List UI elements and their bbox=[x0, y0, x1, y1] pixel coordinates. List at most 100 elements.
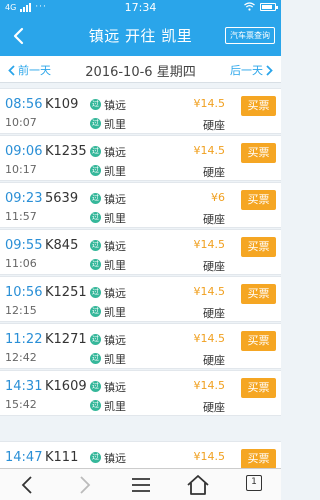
arrival-station: 凯里 bbox=[104, 259, 126, 272]
seat-type: 硬座 bbox=[203, 166, 225, 179]
pass-through-icon: 过 bbox=[90, 259, 101, 270]
arrival-station: 凯里 bbox=[104, 212, 126, 225]
train-row[interactable]: 14:47 K111 过 镇远 ¥14.5 买票 bbox=[0, 441, 281, 468]
departure-time: 08:56 bbox=[5, 97, 43, 112]
ticket-price: ¥14.5 bbox=[193, 332, 226, 345]
battery-icon bbox=[260, 2, 278, 11]
arrival-time: 11:57 bbox=[5, 210, 37, 223]
pass-through-icon: 过 bbox=[90, 212, 101, 223]
ticket-price: ¥14.5 bbox=[193, 97, 226, 110]
seat-type: 硬座 bbox=[203, 307, 225, 320]
train-row[interactable]: 10:56 12:15 K1251 过 镇远 过 凯里 ¥14.5 硬座 买票 bbox=[0, 276, 281, 322]
status-time: 17:34 bbox=[124, 1, 157, 14]
arrival-station: 凯里 bbox=[104, 118, 126, 131]
train-number: K111 bbox=[45, 450, 79, 465]
pass-through-icon: 过 bbox=[90, 240, 101, 251]
departure-station: 镇远 bbox=[104, 193, 126, 206]
pass-through-icon: 过 bbox=[90, 193, 101, 204]
buy-ticket-button[interactable]: 买票 bbox=[241, 190, 276, 210]
departure-time: 14:31 bbox=[5, 379, 43, 394]
departure-station: 镇远 bbox=[104, 381, 126, 394]
buy-ticket-button[interactable]: 买票 bbox=[241, 143, 276, 163]
pass-through-icon: 过 bbox=[90, 353, 101, 364]
train-row[interactable]: 14:31 15:42 K1609 过 镇远 过 凯里 ¥14.5 硬座 买票 bbox=[0, 370, 281, 416]
home-icon bbox=[187, 475, 209, 495]
next-day-button[interactable]: 后一天 bbox=[230, 62, 273, 78]
train-row[interactable]: 08:56 10:07 K109 过 镇远 过 凯里 ¥14.5 硬座 买票 bbox=[0, 88, 281, 134]
tabs-button[interactable]: 1 bbox=[246, 475, 262, 491]
ticket-price: ¥14.5 bbox=[193, 379, 226, 392]
pass-through-icon: 过 bbox=[90, 400, 101, 411]
pass-through-icon: 过 bbox=[90, 334, 101, 345]
ticket-price: ¥14.5 bbox=[193, 238, 226, 251]
chevron-left-icon bbox=[21, 476, 32, 494]
pass-through-icon: 过 bbox=[90, 381, 101, 392]
buy-ticket-button[interactable]: 买票 bbox=[241, 331, 276, 351]
train-number: K109 bbox=[45, 97, 79, 112]
train-number: K845 bbox=[45, 238, 79, 253]
arrival-time: 12:15 bbox=[5, 304, 37, 317]
bus-ticket-button[interactable]: 汽车票查询 bbox=[225, 27, 275, 44]
train-number: 5639 bbox=[45, 191, 79, 206]
departure-station: 镇远 bbox=[104, 99, 126, 112]
seat-type: 硬座 bbox=[203, 401, 225, 414]
arrival-station: 凯里 bbox=[104, 165, 126, 178]
pass-through-icon: 过 bbox=[90, 306, 101, 317]
train-number: K1609 bbox=[45, 379, 87, 394]
ticket-price: ¥14.5 bbox=[193, 450, 226, 463]
nav-forward-button[interactable] bbox=[70, 473, 98, 497]
departure-station: 镇远 bbox=[104, 287, 126, 300]
pass-through-icon: 过 bbox=[90, 118, 101, 129]
status-right bbox=[244, 2, 278, 11]
departure-time: 14:47 bbox=[5, 450, 43, 465]
pass-through-icon: 过 bbox=[90, 287, 101, 298]
arrival-time: 10:17 bbox=[5, 163, 37, 176]
home-button[interactable] bbox=[184, 473, 212, 497]
train-number: K1251 bbox=[45, 285, 87, 300]
departure-station: 镇远 bbox=[104, 452, 126, 465]
seat-type: 硬座 bbox=[203, 213, 225, 226]
bottom-nav: 1 bbox=[0, 468, 281, 500]
train-row[interactable]: 09:23 11:57 5639 过 镇远 过 凯里 ¥6 硬座 买票 bbox=[0, 182, 281, 228]
ticket-price: ¥14.5 bbox=[193, 285, 226, 298]
train-row[interactable]: 09:55 11:06 K845 过 镇远 过 凯里 ¥14.5 硬座 买票 bbox=[0, 229, 281, 275]
seat-type: 硬座 bbox=[203, 354, 225, 367]
arrival-time: 10:07 bbox=[5, 116, 37, 129]
buy-ticket-button[interactable]: 买票 bbox=[241, 284, 276, 304]
arrival-time: 15:42 bbox=[5, 398, 37, 411]
seat-type: 硬座 bbox=[203, 119, 225, 132]
train-row[interactable]: 09:06 10:17 K1235 过 镇远 过 凯里 ¥14.5 硬座 买票 bbox=[0, 135, 281, 181]
nav-back-button[interactable] bbox=[14, 473, 42, 497]
seat-type: 硬座 bbox=[203, 260, 225, 273]
buy-ticket-button[interactable]: 买票 bbox=[241, 237, 276, 257]
train-number: K1235 bbox=[45, 144, 87, 159]
arrival-station: 凯里 bbox=[104, 353, 126, 366]
departure-time: 10:56 bbox=[5, 285, 43, 300]
departure-station: 镇远 bbox=[104, 240, 126, 253]
menu-icon bbox=[132, 478, 150, 492]
pass-through-icon: 过 bbox=[90, 99, 101, 110]
train-row[interactable]: 11:22 12:42 K1271 过 镇远 过 凯里 ¥14.5 硬座 买票 bbox=[0, 323, 281, 369]
buy-ticket-button[interactable]: 买票 bbox=[241, 96, 276, 116]
pass-through-icon: 过 bbox=[90, 146, 101, 157]
departure-station: 镇远 bbox=[104, 146, 126, 159]
departure-time: 09:55 bbox=[5, 238, 43, 253]
arrival-station: 凯里 bbox=[104, 400, 126, 413]
train-number: K1271 bbox=[45, 332, 87, 347]
pass-through-icon: 过 bbox=[90, 165, 101, 176]
menu-button[interactable] bbox=[127, 473, 155, 497]
wifi-icon bbox=[244, 2, 255, 11]
departure-time: 11:22 bbox=[5, 332, 43, 347]
departure-station: 镇远 bbox=[104, 334, 126, 347]
buy-ticket-button[interactable]: 买票 bbox=[241, 378, 276, 398]
arrival-time: 11:06 bbox=[5, 257, 37, 270]
chevron-right-icon bbox=[266, 64, 273, 76]
next-day-label: 后一天 bbox=[230, 64, 263, 77]
ticket-price: ¥6 bbox=[211, 191, 225, 204]
buy-ticket-button[interactable]: 买票 bbox=[241, 449, 276, 468]
arrival-time: 12:42 bbox=[5, 351, 37, 364]
status-bar: 4G ··· 17:34 bbox=[0, 0, 281, 16]
arrival-station: 凯里 bbox=[104, 306, 126, 319]
app-header: 镇远 开往 凯里 汽车票查询 bbox=[0, 16, 281, 56]
departure-time: 09:23 bbox=[5, 191, 43, 206]
